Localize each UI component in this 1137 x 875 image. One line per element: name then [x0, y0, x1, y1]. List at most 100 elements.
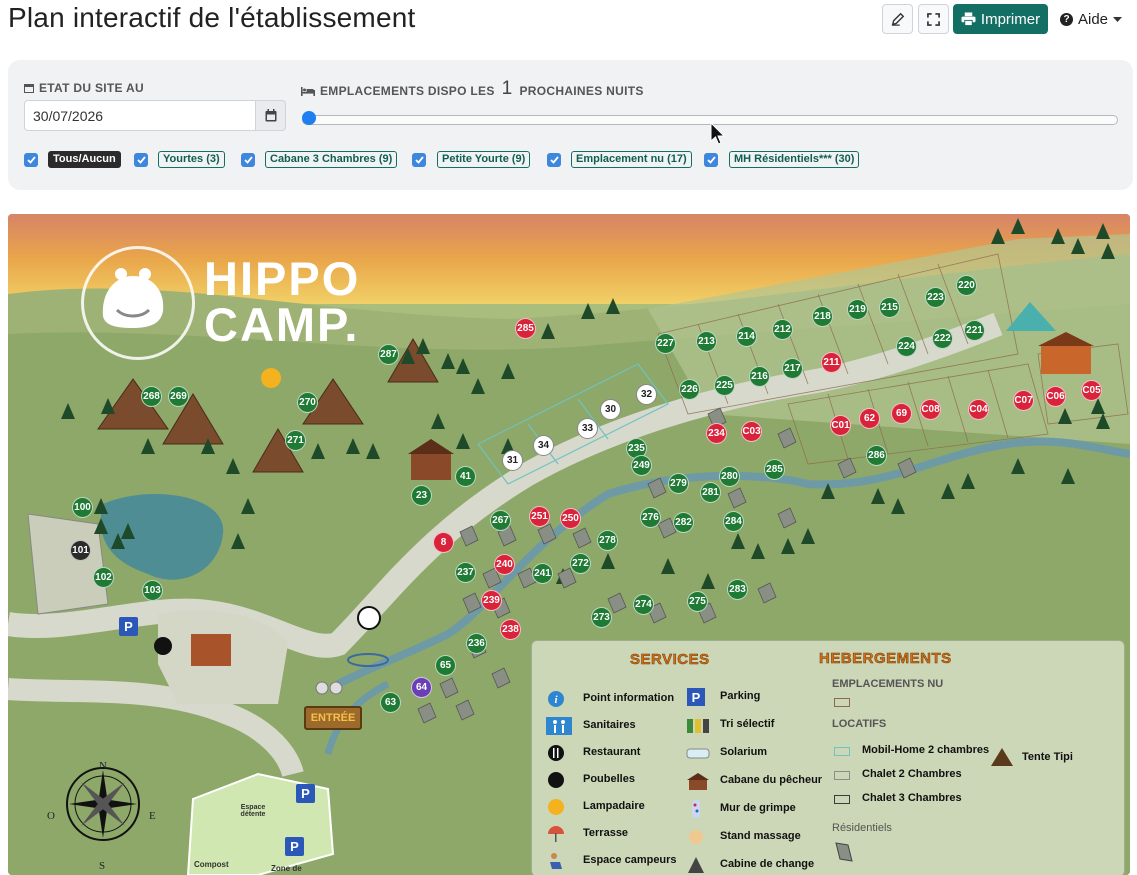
map-pin[interactable]: 268 [141, 386, 162, 407]
map-pin[interactable]: 34 [533, 435, 554, 456]
map-pin[interactable]: 64 [411, 677, 432, 698]
calendar-button[interactable] [256, 100, 286, 131]
map-pin[interactable]: 234 [706, 423, 727, 444]
category-chip[interactable]: Petite Yourte (9) [437, 151, 531, 168]
map-pin[interactable]: 280 [719, 466, 740, 487]
map-pin[interactable]: 63 [380, 692, 401, 713]
map-pin[interactable]: 274 [633, 594, 654, 615]
map-pin[interactable]: 237 [455, 562, 476, 583]
map-pin[interactable]: 211 [821, 352, 842, 373]
map-pin[interactable]: 279 [668, 473, 689, 494]
map-pin[interactable]: 101 [70, 540, 91, 561]
category-checkbox[interactable] [412, 153, 426, 167]
print-button[interactable]: Imprimer [953, 4, 1048, 34]
map-pin[interactable]: C07 [1013, 390, 1034, 411]
map-pin[interactable]: 65 [435, 655, 456, 676]
category-checkbox[interactable] [241, 153, 255, 167]
map-pin[interactable]: 286 [866, 445, 887, 466]
map-pin[interactable]: C04 [968, 399, 989, 420]
map-pin[interactable]: 225 [714, 375, 735, 396]
map-pin[interactable]: 282 [673, 512, 694, 533]
map-pin[interactable]: 218 [812, 306, 833, 327]
help-dropdown[interactable]: ? Aide [1060, 11, 1123, 28]
locatifs-label: LOCATIFS [832, 718, 887, 730]
map-pin[interactable]: 275 [687, 591, 708, 612]
map-pin[interactable]: C08 [920, 399, 941, 420]
map-pin[interactable]: C03 [741, 421, 762, 442]
map-pin[interactable]: 226 [679, 379, 700, 400]
category-chip[interactable]: MH Résidentiels*** (30) [729, 151, 860, 168]
category-chip[interactable]: Yourtes (3) [158, 151, 225, 168]
map-pin[interactable]: 41 [455, 466, 476, 487]
map-pin[interactable]: 284 [723, 511, 744, 532]
map-pin[interactable]: 100 [72, 497, 93, 518]
map-pin[interactable]: 238 [500, 619, 521, 640]
date-input[interactable] [24, 100, 256, 131]
map-pin[interactable]: 215 [879, 297, 900, 318]
map-pin[interactable]: 102 [93, 567, 114, 588]
map-pin[interactable]: 222 [932, 328, 953, 349]
map-pin[interactable]: 241 [532, 563, 553, 584]
map-pin[interactable]: 250 [560, 508, 581, 529]
category-checkbox[interactable] [547, 153, 561, 167]
nights-slider-thumb[interactable] [302, 111, 316, 125]
map-pin[interactable]: 227 [655, 333, 676, 354]
map-pin[interactable]: 217 [782, 358, 803, 379]
map-pin[interactable]: 103 [142, 580, 163, 601]
locatif-swatch [834, 771, 850, 780]
map-pin[interactable]: 287 [378, 344, 399, 365]
map-pin[interactable]: 249 [631, 455, 652, 476]
map-pin[interactable]: 23 [411, 485, 432, 506]
map-pin[interactable]: 278 [597, 530, 618, 551]
category-chip[interactable]: Cabane 3 Chambres (9) [265, 151, 398, 168]
fullscreen-button[interactable] [918, 4, 949, 34]
map-pin[interactable]: 62 [859, 408, 880, 429]
map-pin[interactable]: 213 [696, 331, 717, 352]
category-checkbox[interactable] [134, 153, 148, 167]
map-pin[interactable]: C05 [1081, 380, 1102, 401]
page-title: Plan interactif de l'établissement [8, 2, 416, 33]
map-pin[interactable]: 212 [772, 319, 793, 340]
map-pin[interactable]: 272 [570, 553, 591, 574]
map-pin[interactable]: 219 [847, 299, 868, 320]
service-label: Mur de grimpe [720, 802, 796, 814]
map-pin[interactable]: 8 [433, 532, 454, 553]
parking-icon: P [119, 617, 138, 636]
map-pin[interactable]: 223 [925, 287, 946, 308]
category-checkbox[interactable] [704, 153, 718, 167]
map-pin[interactable]: 31 [502, 450, 523, 471]
map-pin[interactable]: 224 [896, 336, 917, 357]
map-pin[interactable]: 251 [529, 506, 550, 527]
map-pin[interactable]: 270 [297, 392, 318, 413]
campsite-map[interactable]: HIPPO CAMP. ENTRÉE N S E O Espace détent… [8, 214, 1130, 875]
map-pin[interactable]: 281 [700, 482, 721, 503]
category-chip[interactable]: Emplacement nu (17) [571, 151, 692, 168]
edit-button[interactable] [882, 4, 913, 34]
map-pin[interactable]: 32 [636, 384, 657, 405]
map-pin[interactable]: 271 [285, 430, 306, 451]
map-pin[interactable]: 220 [956, 275, 977, 296]
map-pin[interactable]: 276 [640, 507, 661, 528]
map-pin[interactable]: 285 [764, 459, 785, 480]
map-pin[interactable]: 221 [964, 320, 985, 341]
map-pin[interactable]: 283 [727, 579, 748, 600]
bin-dot-icon [546, 771, 566, 789]
map-pin[interactable]: 267 [490, 510, 511, 531]
map-pin[interactable]: 33 [577, 418, 598, 439]
map-pin[interactable]: 236 [466, 633, 487, 654]
map-pin[interactable]: 69 [891, 403, 912, 424]
map-pin[interactable]: 30 [600, 399, 621, 420]
map-pin[interactable]: 273 [591, 607, 612, 628]
map-pin[interactable]: 240 [494, 554, 515, 575]
map-pin[interactable]: C01 [830, 415, 851, 436]
map-pin[interactable]: 269 [168, 386, 189, 407]
map-pin[interactable]: 285 [515, 318, 536, 339]
category-checkbox[interactable] [24, 153, 38, 167]
map-pin[interactable]: 214 [736, 326, 757, 347]
map-pin[interactable]: C06 [1045, 386, 1066, 407]
category-chip[interactable]: Tous/Aucun [48, 151, 121, 168]
service-label: Cabane du pêcheur [720, 774, 823, 786]
map-pin[interactable]: 216 [749, 366, 770, 387]
locatif-swatch [834, 795, 850, 804]
map-pin[interactable]: 239 [481, 590, 502, 611]
